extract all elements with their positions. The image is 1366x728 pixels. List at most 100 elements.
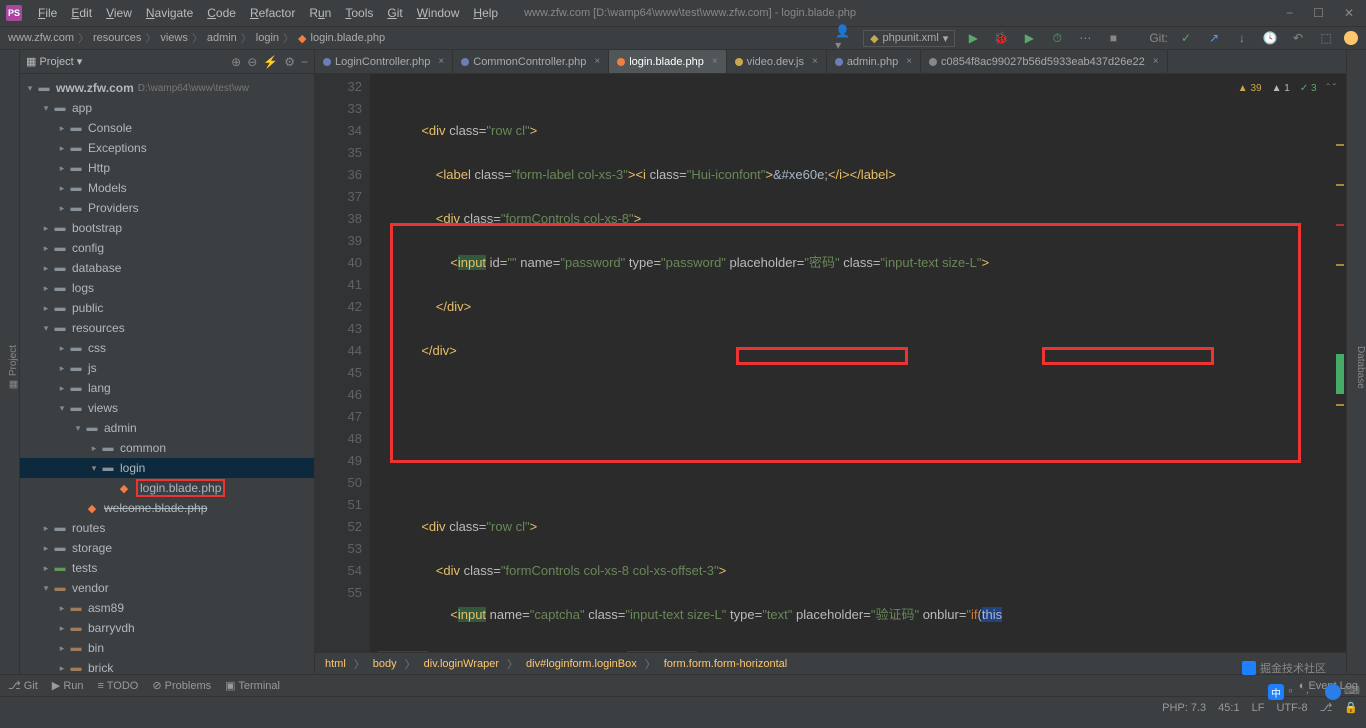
menu-tools[interactable]: Tools — [339, 4, 379, 22]
tree-node[interactable]: ▾▬views — [20, 398, 314, 418]
tree-node[interactable]: ▸▬storage — [20, 538, 314, 558]
breadcrumb-item[interactable]: login — [256, 32, 279, 44]
menu-git[interactable]: Git — [381, 4, 408, 22]
tree-node[interactable]: ▸▬config — [20, 238, 314, 258]
ide-update-icon[interactable]: ⬚ — [1316, 28, 1336, 48]
editor-tab[interactable]: CommonController.php× — [453, 50, 609, 73]
tree-node[interactable]: ▾▬vendor — [20, 578, 314, 598]
git-toolwindow[interactable]: ⎇ Git — [8, 679, 38, 692]
tree-node[interactable]: ◆login.blade.php — [20, 478, 314, 498]
tree-node[interactable]: ▸▬tests — [20, 558, 314, 578]
run-anything-button[interactable]: ⋯ — [1075, 28, 1095, 48]
tree-node[interactable]: ▸▬bin — [20, 638, 314, 658]
tree-node[interactable]: ▸▬routes — [20, 518, 314, 538]
close-button[interactable]: ✕ — [1344, 6, 1354, 20]
close-icon[interactable]: × — [712, 56, 718, 67]
debug-button[interactable]: 🐞 — [991, 28, 1011, 48]
editor-tab[interactable]: LoginController.php× — [315, 50, 453, 73]
run-toolwindow[interactable]: ▶ Run — [52, 679, 84, 692]
close-icon[interactable]: × — [1153, 56, 1159, 67]
user-icon[interactable]: 👤▾ — [835, 28, 855, 48]
coverage-button[interactable]: ▶ — [1019, 28, 1039, 48]
stop-button[interactable]: ■ — [1103, 28, 1123, 48]
git-branch-indicator[interactable]: ⎇ — [1320, 701, 1333, 714]
project-tab[interactable]: ▦ Project — [8, 341, 19, 394]
breadcrumb-item[interactable]: admin — [207, 32, 237, 44]
editor-tab[interactable]: video.dev.js× — [727, 50, 827, 73]
tree-node[interactable]: ▸▬bootstrap — [20, 218, 314, 238]
run-button[interactable]: ▶ — [963, 28, 983, 48]
menu-file[interactable]: File — [32, 4, 63, 22]
tree-node[interactable]: ▾▬admin — [20, 418, 314, 438]
tree-node[interactable]: ▸▬css — [20, 338, 314, 358]
code-content[interactable]: ▲ 39 ▲ 1 ✓ 3 ˆ ˇ <div class="row cl"> <l… — [370, 74, 1346, 652]
minimize-button[interactable]: − — [1286, 6, 1293, 20]
breadcrumb-item[interactable]: views — [160, 32, 188, 44]
editor-tab[interactable]: login.blade.php× — [609, 50, 726, 73]
tree-node[interactable]: ▸▬database — [20, 258, 314, 278]
run-config-dropdown[interactable]: ◆phpunit.xml▾ — [863, 30, 955, 47]
tree-node[interactable]: ▸▬lang — [20, 378, 314, 398]
tree-node[interactable]: ▸▬logs — [20, 278, 314, 298]
tree-node[interactable]: ▸▬js — [20, 358, 314, 378]
cursor-position[interactable]: 45:1 — [1218, 702, 1239, 714]
git-rollback-icon[interactable]: ↶ — [1288, 28, 1308, 48]
tree-node[interactable]: ▸▬public — [20, 298, 314, 318]
tree-node[interactable]: ▸▬asm89 — [20, 598, 314, 618]
expand-icon[interactable]: ⚡ — [263, 55, 278, 69]
encoding[interactable]: UTF-8 — [1276, 702, 1307, 714]
git-push-icon[interactable]: ↗ — [1204, 28, 1224, 48]
close-icon[interactable]: × — [438, 56, 444, 67]
maximize-button[interactable]: ☐ — [1313, 6, 1324, 20]
tree-node[interactable]: ▸▬barryvdh — [20, 618, 314, 638]
close-icon[interactable]: × — [812, 56, 818, 67]
editor-tab[interactable]: c0854f8ac99027b56d5933eab437d26e22× — [921, 50, 1168, 73]
collapse-icon[interactable]: ⊕ — [231, 55, 241, 69]
project-tree[interactable]: ▾▬www.zfw.comD:\wamp64\www\test\ww▾▬app▸… — [20, 74, 314, 674]
inspection-status[interactable]: ▲ 39 ▲ 1 ✓ 3 ˆ ˇ — [1238, 78, 1336, 100]
lock-icon[interactable]: 🔒 — [1344, 701, 1358, 714]
sidebar-title: ▦ Project ▾ — [26, 55, 82, 68]
menu-code[interactable]: Code — [201, 4, 242, 22]
menu-help[interactable]: Help — [467, 4, 504, 22]
menu-run[interactable]: Run — [303, 4, 337, 22]
select-opened-icon[interactable]: ⊖ — [247, 55, 257, 69]
menu-refactor[interactable]: Refactor — [244, 4, 301, 22]
settings-icon[interactable]: ⚙ — [284, 55, 295, 69]
tree-node[interactable]: ▸▬common — [20, 438, 314, 458]
editor-tab[interactable]: admin.php× — [827, 50, 921, 73]
tree-node[interactable]: ▾▬app — [20, 98, 314, 118]
code-editor[interactable]: 3233343536373839404142434445464748495051… — [315, 74, 1346, 652]
menu-navigate[interactable]: Navigate — [140, 4, 199, 22]
notification-icon[interactable] — [1344, 31, 1358, 45]
menu-window[interactable]: Window — [411, 4, 466, 22]
close-icon[interactable]: × — [906, 56, 912, 67]
php-version[interactable]: PHP: 7.3 — [1162, 702, 1206, 714]
breadcrumb-item[interactable]: login.blade.php — [311, 32, 386, 44]
tree-node[interactable]: ▸▬Models — [20, 178, 314, 198]
menu-view[interactable]: View — [100, 4, 138, 22]
tree-node[interactable]: ▸▬Providers — [20, 198, 314, 218]
todo-toolwindow[interactable]: ≡ TODO — [98, 680, 139, 692]
structure-breadcrumb[interactable]: html〉 body〉 div.loginWraper〉 div#loginfo… — [315, 652, 1346, 674]
close-icon[interactable]: × — [594, 56, 600, 67]
problems-toolwindow[interactable]: ⊘ Problems — [152, 679, 211, 692]
git-pull-icon[interactable]: ↓ — [1232, 28, 1252, 48]
tree-node[interactable]: ▸▬Console — [20, 118, 314, 138]
tree-node[interactable]: ▸▬Exceptions — [20, 138, 314, 158]
line-separator[interactable]: LF — [1252, 702, 1265, 714]
git-history-icon[interactable]: 🕓 — [1260, 28, 1280, 48]
breadcrumb-item[interactable]: www.zfw.com — [8, 32, 74, 44]
hide-icon[interactable]: − — [301, 55, 308, 69]
database-tab[interactable]: Database — [1355, 346, 1366, 389]
tree-node[interactable]: ▸▬Http — [20, 158, 314, 178]
profile-button[interactable]: ⏱ — [1047, 28, 1067, 48]
git-commit-icon[interactable]: ✓ — [1176, 28, 1196, 48]
tree-node[interactable]: ▾▬resources — [20, 318, 314, 338]
menu-edit[interactable]: Edit — [65, 4, 98, 22]
tree-node[interactable]: ◆welcome.blade.php — [20, 498, 314, 518]
breadcrumb-item[interactable]: resources — [93, 32, 141, 44]
terminal-toolwindow[interactable]: ▣ Terminal — [225, 679, 280, 692]
tree-node[interactable]: ▾▬login — [20, 458, 314, 478]
tree-node[interactable]: ▸▬brick — [20, 658, 314, 674]
